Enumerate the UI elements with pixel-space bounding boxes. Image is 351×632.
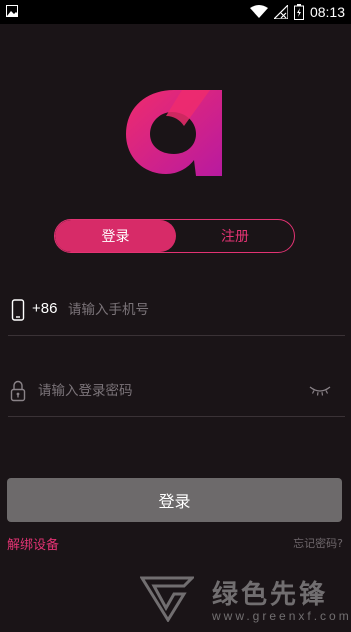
password-field [8, 373, 345, 417]
status-bar: 08:13 [0, 0, 351, 24]
phone-icon [11, 299, 25, 321]
unbind-device-link[interactable]: 解绑设备 [7, 534, 59, 553]
country-code[interactable]: +86 [32, 300, 57, 317]
eye-closed-icon[interactable] [309, 383, 331, 397]
phone-field: +86 [8, 292, 345, 336]
status-time: 08:13 [309, 4, 345, 20]
battery-charging-icon [293, 4, 304, 20]
forgot-password-link[interactable]: 忘记密码? [293, 535, 343, 551]
lock-icon [10, 380, 26, 402]
no-signal-icon [273, 5, 288, 19]
image-icon [6, 5, 18, 17]
app-logo-icon [126, 90, 222, 176]
password-input[interactable] [38, 381, 298, 401]
login-register-tabs: 登录 注册 [54, 219, 295, 253]
tab-register[interactable]: 注册 [176, 220, 294, 252]
watermark-url: www.greenxf.com [212, 609, 351, 623]
tab-login[interactable]: 登录 [55, 220, 176, 252]
login-button[interactable]: 登录 [7, 478, 342, 522]
watermark: 绿色先锋 www.greenxf.com [140, 572, 349, 632]
wifi-icon [249, 5, 268, 18]
status-icons: 08:13 [249, 2, 345, 22]
watermark-title: 绿色先锋 [212, 580, 329, 610]
watermark-logo-icon [140, 576, 194, 622]
phone-input[interactable] [68, 300, 338, 320]
